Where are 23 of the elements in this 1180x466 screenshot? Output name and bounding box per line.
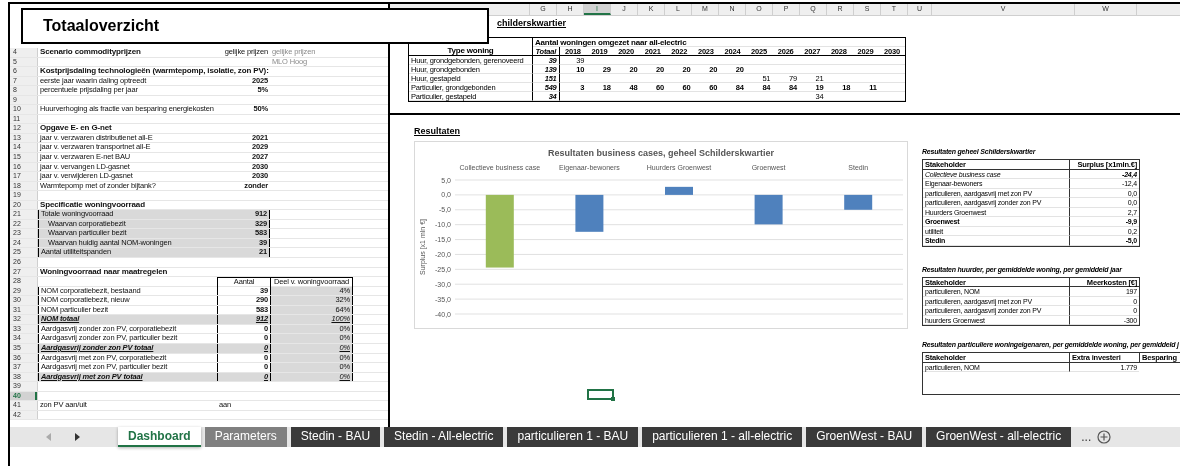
- sheet-tab[interactable]: GroenWest - BAU: [806, 427, 923, 447]
- selected-cell[interactable]: [587, 389, 614, 400]
- sheet-tab[interactable]: particulieren 1 - BAU: [507, 427, 639, 447]
- sheet-tab[interactable]: GroenWest - all-electric: [926, 427, 1072, 447]
- next-sheet-button[interactable]: [72, 431, 82, 443]
- column-header: Type woning: [447, 46, 494, 55]
- section-heading: Opgave E- en G-net: [40, 124, 112, 133]
- more-tabs-button[interactable]: ...: [1075, 427, 1098, 447]
- column-group-header: Aantal woningen omgezet naar all-electric: [535, 38, 687, 47]
- sheet-title: Totaaloverzicht: [21, 8, 489, 44]
- sheet-tab[interactable]: particulieren 1 - all-electric: [642, 427, 803, 447]
- add-sheet-icon[interactable]: [1097, 427, 1112, 447]
- chart-title: Resultaten business cases, geheel Schilderskwartier: [547, 148, 775, 158]
- section-heading: Specificatie woningvoorraad: [40, 200, 145, 210]
- sheet-tab[interactable]: Stedin - BAU: [290, 427, 381, 447]
- sheet-tab[interactable]: Stedin - All-electric: [384, 427, 504, 447]
- section-heading: Scenario commodityprijzen: [40, 48, 141, 57]
- sheet-tab[interactable]: Parameters: [204, 427, 287, 447]
- section-heading: Kostprijsdaling technologieën (warmtepomp, isolatie, zon PV):: [40, 67, 269, 76]
- sheet-tab[interactable]: Dashboard: [118, 427, 201, 447]
- section-title: childerskwartier: [497, 18, 567, 28]
- section-heading: Woningvoorraad naar maatregelen: [40, 267, 168, 277]
- section-title: Resultaten: [414, 125, 460, 138]
